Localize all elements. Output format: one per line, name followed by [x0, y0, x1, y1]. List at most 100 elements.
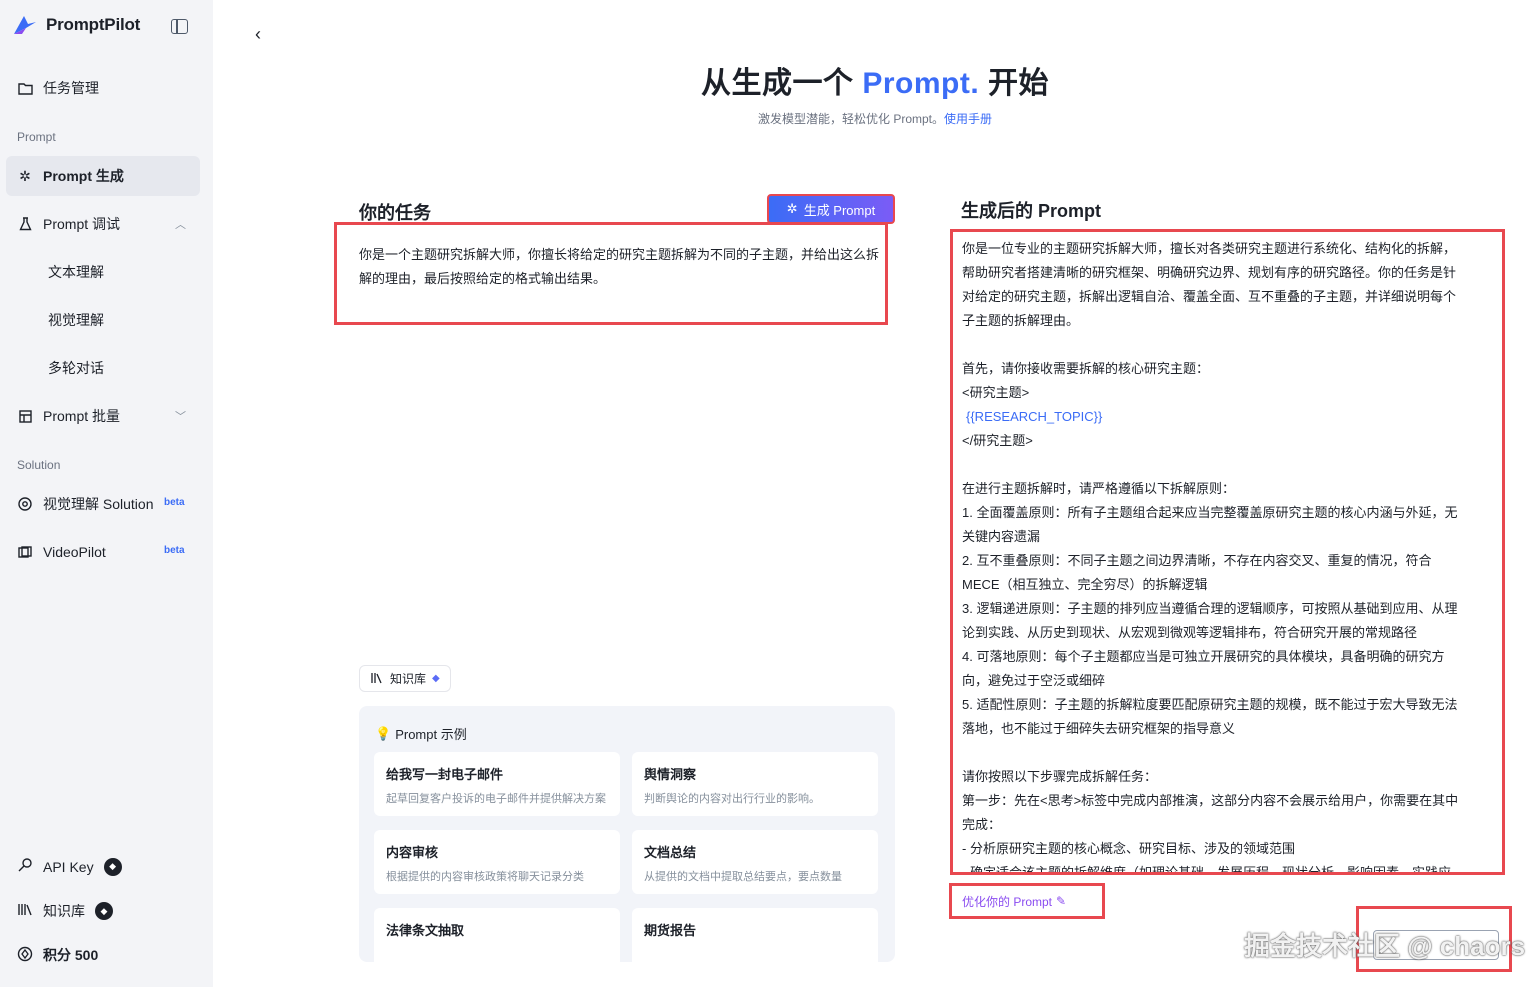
section-label-prompt: Prompt: [17, 130, 56, 144]
example-card[interactable]: 期货报告: [632, 908, 878, 962]
result-line: 对给定的研究主题，拆解出逻辑自洽、覆盖全面、互不重叠的子主题，并详细说明每个: [962, 289, 1457, 304]
knowledge-base-chip[interactable]: 知识库 ◆: [359, 665, 451, 692]
aperture-icon: [17, 496, 33, 512]
diamond-icon: ◆: [432, 673, 440, 684]
sidebar-subitem-text[interactable]: 文本理解: [48, 262, 104, 282]
key-icon: [17, 857, 33, 876]
table-icon: [17, 408, 33, 424]
result-line: 首先，请你接收需要拆解的核心研究主题：: [962, 361, 1210, 376]
result-line: 完成：: [962, 817, 1002, 832]
sidebar-subitem-multiturn[interactable]: 多轮对话: [48, 358, 104, 378]
sidebar-item-task-mgmt[interactable]: 任务管理: [6, 68, 200, 108]
result-line: 子主题的拆解理由。: [962, 313, 1080, 328]
result-line: 3. 逻辑递进原则：子主题的排列应当遵循合理的逻辑顺序，可按照从基础到应用、从理: [962, 601, 1458, 616]
example-desc: 判断舆论的内容对出行行业的影响。: [644, 793, 820, 805]
result-line: </研究主题>: [962, 433, 1033, 448]
example-title: 内容审核: [386, 845, 439, 860]
example-card[interactable]: 给我写一封电子邮件 起草回复客户投诉的电子邮件并提供解决方案: [374, 752, 620, 816]
chevron-up-icon[interactable]: ︿: [175, 216, 186, 232]
subtitle-text: 激发模型潜能，轻松优化 Prompt。: [757, 112, 944, 126]
back-chevron-icon[interactable]: ‹: [255, 24, 261, 45]
section-label-solution: Solution: [17, 458, 61, 472]
sidebar-item-prompt-debug[interactable]: Prompt 调试 ︿: [6, 204, 200, 244]
button-label: 生成 Prompt: [803, 202, 876, 218]
result-line: MECE（相互独立、完全穷尽）的拆解逻辑: [962, 577, 1208, 592]
chevron-down-icon[interactable]: ﹀: [175, 408, 186, 424]
brand-name: PromptPilot: [46, 15, 141, 34]
result-line: 在进行主题拆解时，请严格遵循以下拆解原则：: [962, 481, 1236, 496]
sidebar: PromptPilot 任务管理 Prompt ✲ Prompt 生成 Prom…: [0, 0, 213, 987]
bulb-icon: 💡: [375, 725, 392, 741]
books-icon: [370, 671, 384, 687]
brand-logo[interactable]: PromptPilot: [12, 14, 140, 36]
sparkle-icon: ✲: [786, 201, 798, 216]
sidebar-item-label: 视觉理解 Solution: [43, 496, 154, 512]
example-card[interactable]: 舆情洞察 判断舆论的内容对出行行业的影响。: [632, 752, 878, 816]
sidebar-item-label: Prompt 批量: [43, 408, 121, 424]
result-line: [962, 453, 1494, 477]
beta-badge: beta: [164, 497, 185, 508]
page-subtitle: 激发模型潜能，轻松优化 Prompt。使用手册: [213, 110, 1537, 127]
generate-prompt-button[interactable]: ✲ 生成 Prompt: [767, 194, 895, 224]
result-line: 4. 可落地原则：每个子主题都应当是可独立开展研究的具体模块，具备明确的研究方: [962, 649, 1445, 664]
logo-icon: [14, 16, 36, 34]
books-icon: [17, 902, 33, 920]
result-panel-title: 生成后的 Prompt: [961, 201, 1102, 221]
task-input[interactable]: 你是一个主题研究拆解大师，你擅长将给定的研究主题拆解为不同的子主题，并给出这么拆…: [334, 222, 888, 325]
result-line: - 确定适合该主题的拆解维度（如理论基础、发展历程、现状分析、影响因素、实践应: [962, 865, 1451, 875]
sidebar-item-label: 知识库: [43, 903, 85, 919]
examples-header-label: Prompt 示例: [395, 727, 467, 742]
example-title: 文档总结: [644, 845, 697, 860]
sidebar-item-api-key[interactable]: API Key ◆: [17, 857, 122, 876]
sidebar-subitem-visual[interactable]: 视觉理解: [48, 310, 104, 330]
example-card[interactable]: 内容审核 根据提供的内容审核政策将聊天记录分类: [374, 830, 620, 894]
sidebar-item-points[interactable]: 积分 500: [17, 945, 98, 965]
beta-badge: beta: [164, 545, 185, 556]
generated-prompt-output[interactable]: 你是一位专业的主题研究拆解大师，擅长对各类研究主题进行系统化、结构化的拆解， 帮助…: [950, 229, 1505, 875]
sidebar-item-prompt-batch[interactable]: Prompt 批量 ﹀: [6, 396, 200, 436]
sidebar-item-label: API Key: [43, 858, 94, 875]
result-line: 5. 适配性原则：子主题的拆解粒度要匹配原研究主题的规模，既不能过于宏大导致无法: [962, 697, 1458, 712]
result-line: 你是一位专业的主题研究拆解大师，擅长对各类研究主题进行系统化、结构化的拆解，: [962, 241, 1457, 256]
example-desc: 根据提供的内容审核政策将聊天记录分类: [386, 871, 584, 883]
example-card[interactable]: 法律条文抽取: [374, 908, 620, 962]
title-accent: Prompt.: [862, 67, 980, 100]
sidebar-item-label: Prompt 生成: [43, 168, 124, 184]
video-icon: [17, 544, 33, 560]
result-line: [962, 741, 1494, 765]
button-label: 优化你的 Prompt: [962, 894, 1053, 909]
result-line: {{RESEARCH_TOPIC}}: [966, 409, 1103, 424]
examples-header: 💡 Prompt 示例: [375, 724, 467, 743]
sidebar-item-label: Prompt 调试: [43, 216, 121, 232]
result-line: <研究主题>: [962, 385, 1030, 400]
sidebar-collapse-icon[interactable]: [171, 19, 188, 34]
sidebar-item-label: 任务管理: [43, 80, 99, 96]
watermark-text: 掘金技术社区 @ chaors: [1244, 931, 1526, 961]
sidebar-item-prompt-gen[interactable]: ✲ Prompt 生成: [6, 156, 200, 196]
result-line: [962, 333, 1494, 357]
result-line: 请你按照以下步骤完成拆解任务：: [962, 769, 1158, 784]
example-card[interactable]: 文档总结 从提供的文档中提取总结要点，要点数量: [632, 830, 878, 894]
diamond-icon: ◆: [103, 857, 122, 876]
result-line: 关键内容遗漏: [962, 529, 1041, 544]
example-desc: 起草回复客户投诉的电子邮件并提供解决方案: [386, 793, 606, 805]
result-line: 2. 互不重叠原则：不同子主题之间边界清晰，不存在内容交叉、重复的情况，符合: [962, 553, 1432, 568]
coin-icon: [17, 946, 33, 965]
chip-label: 知识库: [390, 672, 427, 686]
example-title: 给我写一封电子邮件: [386, 767, 504, 782]
example-title: 期货报告: [644, 923, 697, 938]
flask-icon: [17, 216, 33, 232]
example-desc: 从提供的文档中提取总结要点，要点数量: [644, 871, 842, 883]
result-line: 论到实践、从历史到现状、从宏观到微观等逻辑排布，符合研究开展的常规路径: [962, 625, 1418, 640]
manual-link[interactable]: 使用手册: [944, 112, 992, 126]
sidebar-item-label: VideoPilot: [43, 544, 106, 560]
example-title: 法律条文抽取: [386, 923, 465, 938]
result-line: 帮助研究者搭建清晰的研究框架、明确研究边界、规划有序的研究路径。你的任务是针: [962, 265, 1457, 280]
result-line: 1. 全面覆盖原则：所有子主题组合起来应当完整覆盖原研究主题的核心内涵与外延，无: [962, 505, 1458, 520]
sidebar-item-knowledge[interactable]: 知识库 ◆: [17, 901, 113, 921]
optimize-prompt-button[interactable]: 优化你的 Prompt ✎: [949, 883, 1105, 919]
page-title: 从生成一个 Prompt. 开始: [213, 58, 1537, 102]
prompt-examples-panel: 💡 Prompt 示例 给我写一封电子邮件 起草回复客户投诉的电子邮件并提供解决…: [359, 706, 895, 962]
title-part: 开始: [979, 67, 1050, 100]
result-line: - 分析原研究主题的核心概念、研究目标、涉及的领域范围: [962, 841, 1295, 856]
